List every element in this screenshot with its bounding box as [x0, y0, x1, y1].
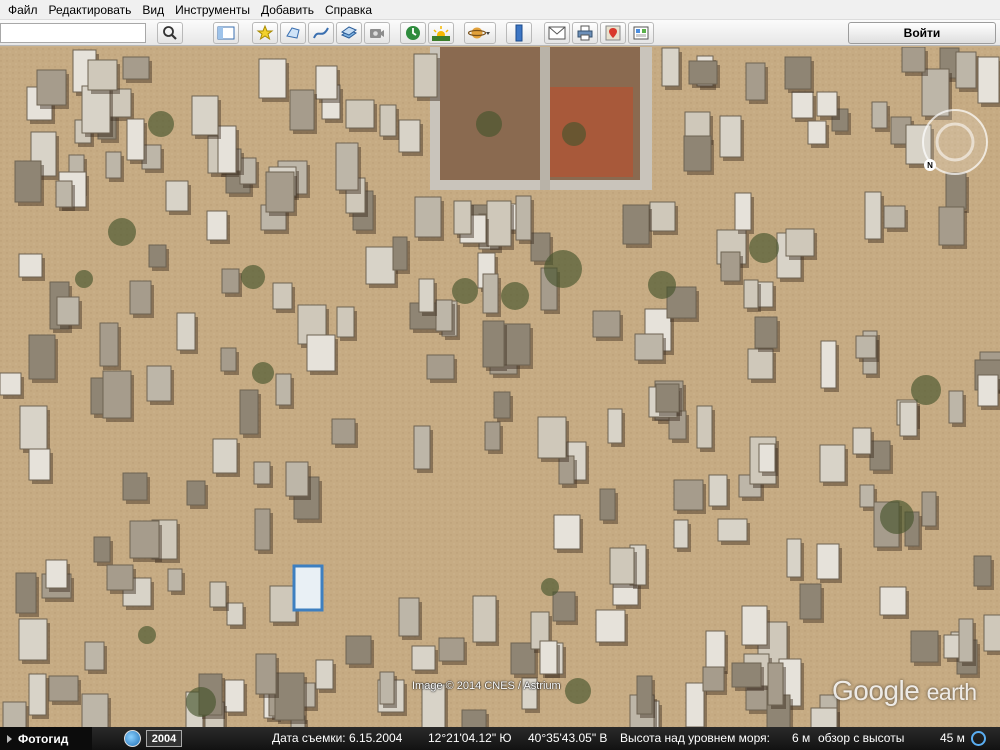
- add-path-button[interactable]: [308, 22, 334, 44]
- status-bar: Фотогид 2004 Дата съемки: 6.15.2004 12°2…: [0, 727, 1000, 750]
- path-icon: [313, 27, 329, 39]
- eye-altitude-value: 45 м: [940, 731, 965, 745]
- north-icon[interactable]: N: [924, 159, 936, 171]
- eye-altitude-label: обзор с высоты: [818, 731, 905, 745]
- kml-gallery-icon: [633, 26, 649, 40]
- sidebar-toggle-icon: [217, 26, 235, 40]
- kml-gallery-button[interactable]: [628, 22, 654, 44]
- google-maps-icon: [605, 25, 621, 41]
- satellite-imagery: [0, 47, 1000, 727]
- record-tour-button[interactable]: [364, 22, 390, 44]
- imagery-year-badge[interactable]: 2004: [146, 730, 182, 747]
- expand-arrow-icon: [7, 734, 12, 743]
- elevation-value: 6 м: [792, 731, 811, 745]
- search-button[interactable]: [157, 22, 183, 44]
- historical-imagery-button[interactable]: [400, 22, 426, 44]
- planet-icon: [468, 27, 490, 39]
- menu-view[interactable]: Вид: [138, 0, 171, 20]
- map-view[interactable]: N Image © 2014 CNES / Astrium Google ear…: [0, 47, 1000, 727]
- search-input[interactable]: [0, 23, 146, 43]
- logo-earth-text: earth: [926, 679, 977, 705]
- email-icon: [548, 26, 566, 40]
- menu-edit[interactable]: Редактировать: [45, 0, 139, 20]
- image-overlay-icon: [340, 26, 358, 39]
- email-button[interactable]: [544, 22, 570, 44]
- ruler-icon: [515, 24, 523, 42]
- longitude: 40°35'43.05" В: [528, 731, 608, 745]
- switch-planet-button[interactable]: [464, 22, 496, 44]
- polygon-icon: [286, 27, 300, 39]
- logo-google-text: Google: [832, 675, 920, 706]
- elevation-label: Высота над уровнем моря:: [620, 731, 770, 745]
- sunlight-icon: [432, 26, 450, 41]
- toolbar: Войти: [0, 20, 1000, 46]
- view-in-google-maps-button[interactable]: [600, 22, 626, 44]
- imagery-copyright: Image © 2014 CNES / Astrium: [412, 680, 561, 692]
- menu-help[interactable]: Справка: [321, 0, 379, 20]
- print-icon: [577, 25, 593, 41]
- historical-imagery-icon: [406, 26, 420, 40]
- tour-guide-label: Фотогид: [18, 731, 69, 746]
- add-placemark-button[interactable]: [252, 22, 278, 44]
- sidebar-toggle-button[interactable]: [213, 22, 239, 44]
- add-polygon-button[interactable]: [280, 22, 306, 44]
- menu-file[interactable]: Файл: [4, 0, 45, 20]
- menu-bar: Файл Редактировать Вид Инструменты Добав…: [0, 0, 1000, 20]
- svg-text:N: N: [927, 161, 933, 170]
- ruler-button[interactable]: [506, 22, 532, 44]
- print-button[interactable]: [572, 22, 598, 44]
- login-button[interactable]: Войти: [848, 22, 996, 44]
- placemark-icon: [256, 24, 274, 41]
- menu-add[interactable]: Добавить: [257, 0, 321, 20]
- tour-icon: [370, 29, 384, 38]
- menu-tools[interactable]: Инструменты: [171, 0, 257, 20]
- search-icon: [163, 26, 177, 40]
- navigation-control[interactable]: N: [920, 107, 990, 177]
- sunlight-button[interactable]: [428, 22, 454, 44]
- tour-guide-toggle[interactable]: Фотогид: [0, 727, 92, 750]
- latitude: 12°21'04.12" Ю: [428, 731, 512, 745]
- streaming-icon: [971, 731, 986, 746]
- image-date: Дата съемки: 6.15.2004: [272, 731, 403, 745]
- google-earth-logo: Google earth: [832, 675, 977, 707]
- add-image-overlay-button[interactable]: [336, 22, 362, 44]
- historical-clock-icon[interactable]: [124, 730, 141, 747]
